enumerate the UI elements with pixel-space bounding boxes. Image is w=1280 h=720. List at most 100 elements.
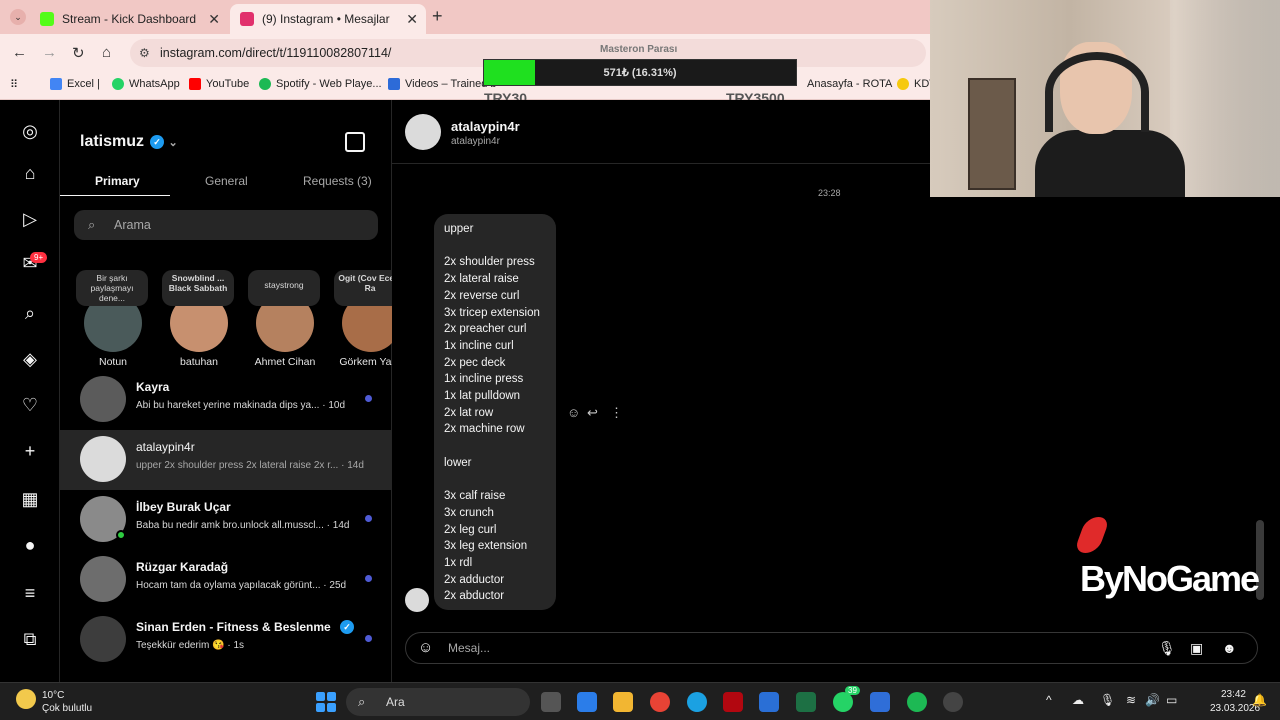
- message-line: [444, 438, 546, 455]
- new-tab-button[interactable]: +: [432, 6, 443, 27]
- bookmark-youtube[interactable]: YouTube: [189, 78, 249, 90]
- kdv-icon: [897, 78, 909, 90]
- youtube-icon: [189, 78, 201, 90]
- conversation-row[interactable]: Sinan Erden - Fitness & Beslenme ✓ Teşek…: [60, 610, 392, 670]
- tab-instagram[interactable]: (9) Instagram • Mesajlar ✕: [230, 4, 426, 34]
- tab-general[interactable]: General: [205, 174, 248, 188]
- react-emoji-icon[interactable]: ☺: [567, 405, 580, 420]
- conversation-row[interactable]: İlbey Burak Uçar Baba bu nedir amk bro.u…: [60, 490, 392, 550]
- bookmark-excel[interactable]: Excel |: [50, 78, 100, 90]
- conversation-row[interactable]: Rüzgar Karadağ Hocam tam da oylama yapıl…: [60, 550, 392, 610]
- tab-search-icon[interactable]: ⌄: [10, 9, 26, 25]
- excel-icon: [50, 78, 62, 90]
- sticker-icon[interactable]: ☻: [1222, 640, 1237, 656]
- close-tab-icon[interactable]: ✕: [208, 11, 220, 28]
- obs-icon[interactable]: [943, 692, 963, 712]
- clock[interactable]: 23:42 23.03.2026: [1210, 688, 1260, 716]
- unread-dot: [365, 635, 372, 642]
- conversation-name: İlbey Burak Uçar: [136, 500, 231, 514]
- microphone-icon[interactable]: 🎙: [1100, 693, 1115, 707]
- webcam-overlay: [930, 0, 1280, 197]
- forward-button[interactable]: →: [42, 44, 57, 61]
- bookmark-spotify[interactable]: Spotify - Web Playe...: [259, 78, 382, 90]
- message-line: 3x crunch: [444, 506, 494, 519]
- whatsapp-badge: 39: [845, 686, 860, 695]
- goal-title: Masteron Parası: [600, 44, 678, 55]
- streamer-body: [1035, 130, 1185, 197]
- reels-icon[interactable]: ▷: [19, 208, 41, 230]
- battery-icon[interactable]: ▭: [1166, 693, 1177, 707]
- tab-title: (9) Instagram • Mesajlar: [262, 12, 390, 26]
- apps-grid-icon[interactable]: ⠿: [10, 78, 18, 91]
- task-view-icon[interactable]: [541, 692, 561, 712]
- url-text: instagram.com/direct/t/119110082807114/: [160, 46, 392, 60]
- tab-title: Stream - Kick Dashboard: [62, 12, 197, 26]
- bookmark-rota[interactable]: Anasayfa - ROTA: [807, 78, 892, 90]
- message-line: 2x pec deck: [444, 356, 506, 369]
- spotify-icon[interactable]: [907, 692, 927, 712]
- conversation-name: Sinan Erden - Fitness & Beslenme ✓: [136, 620, 355, 634]
- volume-icon[interactable]: 🔊: [1145, 693, 1160, 707]
- reload-button[interactable]: ↻: [72, 44, 85, 62]
- excel-icon[interactable]: [796, 692, 816, 712]
- new-message-icon[interactable]: [345, 132, 365, 152]
- bookmark-videos[interactable]: Videos – Trained b: [388, 78, 497, 90]
- nav-rail: ◎ ⌂ ▷ ✉ 9+ ⌕ ◈ ♡ + ▦ ● ≡ ⧉: [0, 100, 60, 682]
- account-switcher[interactable]: latismuz ✓ ⌄: [80, 133, 178, 151]
- netflix-icon[interactable]: [723, 692, 743, 712]
- bookmark-whatsapp[interactable]: WhatsApp: [112, 78, 180, 90]
- whatsapp-icon[interactable]: [833, 692, 853, 712]
- settings-app-icon[interactable]: [870, 692, 890, 712]
- emoji-icon[interactable]: ☺: [418, 633, 433, 663]
- home-icon[interactable]: ⌂: [19, 162, 41, 184]
- tab-primary[interactable]: Primary: [95, 174, 140, 188]
- copilot-icon[interactable]: [577, 692, 597, 712]
- instagram-logo-icon[interactable]: ◎: [19, 120, 41, 142]
- profile-avatar-icon[interactable]: ●: [19, 534, 41, 556]
- menu-icon[interactable]: ≡: [19, 582, 41, 604]
- tab-indicator: [60, 195, 170, 196]
- chevron-up-icon[interactable]: ^: [1046, 693, 1052, 707]
- edge-icon[interactable]: [687, 692, 707, 712]
- file-explorer-icon[interactable]: [613, 692, 633, 712]
- spotify-icon: [259, 78, 271, 90]
- avatar: [80, 376, 126, 422]
- search-icon[interactable]: ⌕: [19, 302, 41, 324]
- search-input[interactable]: ⌕ Arama: [74, 210, 378, 240]
- conversation-name-text: Sinan Erden - Fitness & Beslenme: [136, 620, 331, 634]
- tab-requests[interactable]: Requests (3): [303, 174, 372, 188]
- note-name: Notun: [98, 356, 128, 368]
- site-info-icon[interactable]: ⚙: [139, 39, 150, 67]
- chrome-icon[interactable]: [650, 692, 670, 712]
- store-icon[interactable]: [759, 692, 779, 712]
- microphone-icon[interactable]: 🎙: [1158, 640, 1176, 657]
- avatar: [80, 436, 126, 482]
- message-bubble[interactable]: upper 2x shoulder press 2x lateral raise 2…: [434, 214, 556, 610]
- explore-icon[interactable]: ◈: [19, 348, 41, 370]
- close-tab-icon[interactable]: ✕: [406, 11, 418, 28]
- message-timestamp: 23:28: [818, 188, 841, 198]
- image-icon[interactable]: ▣: [1190, 640, 1203, 657]
- wifi-icon[interactable]: ≋: [1126, 693, 1136, 707]
- create-icon[interactable]: +: [19, 440, 41, 462]
- also-from-meta-icon[interactable]: ⧉: [19, 628, 41, 650]
- start-button[interactable]: [316, 692, 336, 712]
- conversation-name: atalaypin4r: [136, 440, 195, 454]
- conversation-row[interactable]: Kayra Abi bu hareket yerine makinada dip…: [60, 370, 392, 430]
- more-options-icon[interactable]: ⋮: [610, 405, 623, 421]
- verified-icon: ✓: [340, 620, 355, 634]
- reply-icon[interactable]: ↩: [587, 405, 598, 421]
- note-bubble: Ogit (Cov Ecem Ra: [334, 270, 392, 306]
- message-line: 2x reverse curl: [444, 289, 520, 302]
- tab-kick-dashboard[interactable]: Stream - Kick Dashboard ✕: [30, 4, 228, 34]
- taskbar-search[interactable]: ⌕ Ara: [346, 688, 530, 716]
- search-icon: ⌕: [358, 694, 366, 709]
- notifications-heart-icon[interactable]: ♡: [19, 394, 41, 416]
- home-button[interactable]: ⌂: [102, 44, 111, 61]
- dashboard-icon[interactable]: ▦: [19, 488, 41, 510]
- cloud-icon[interactable]: ☁: [1072, 693, 1084, 707]
- message-input[interactable]: ☺ Mesaj...: [405, 632, 1258, 664]
- notification-bell-icon[interactable]: 🔔: [1252, 693, 1267, 707]
- back-button[interactable]: ←: [12, 44, 27, 61]
- conversation-row[interactable]: atalaypin4r upper 2x shoulder press 2x l…: [60, 430, 392, 490]
